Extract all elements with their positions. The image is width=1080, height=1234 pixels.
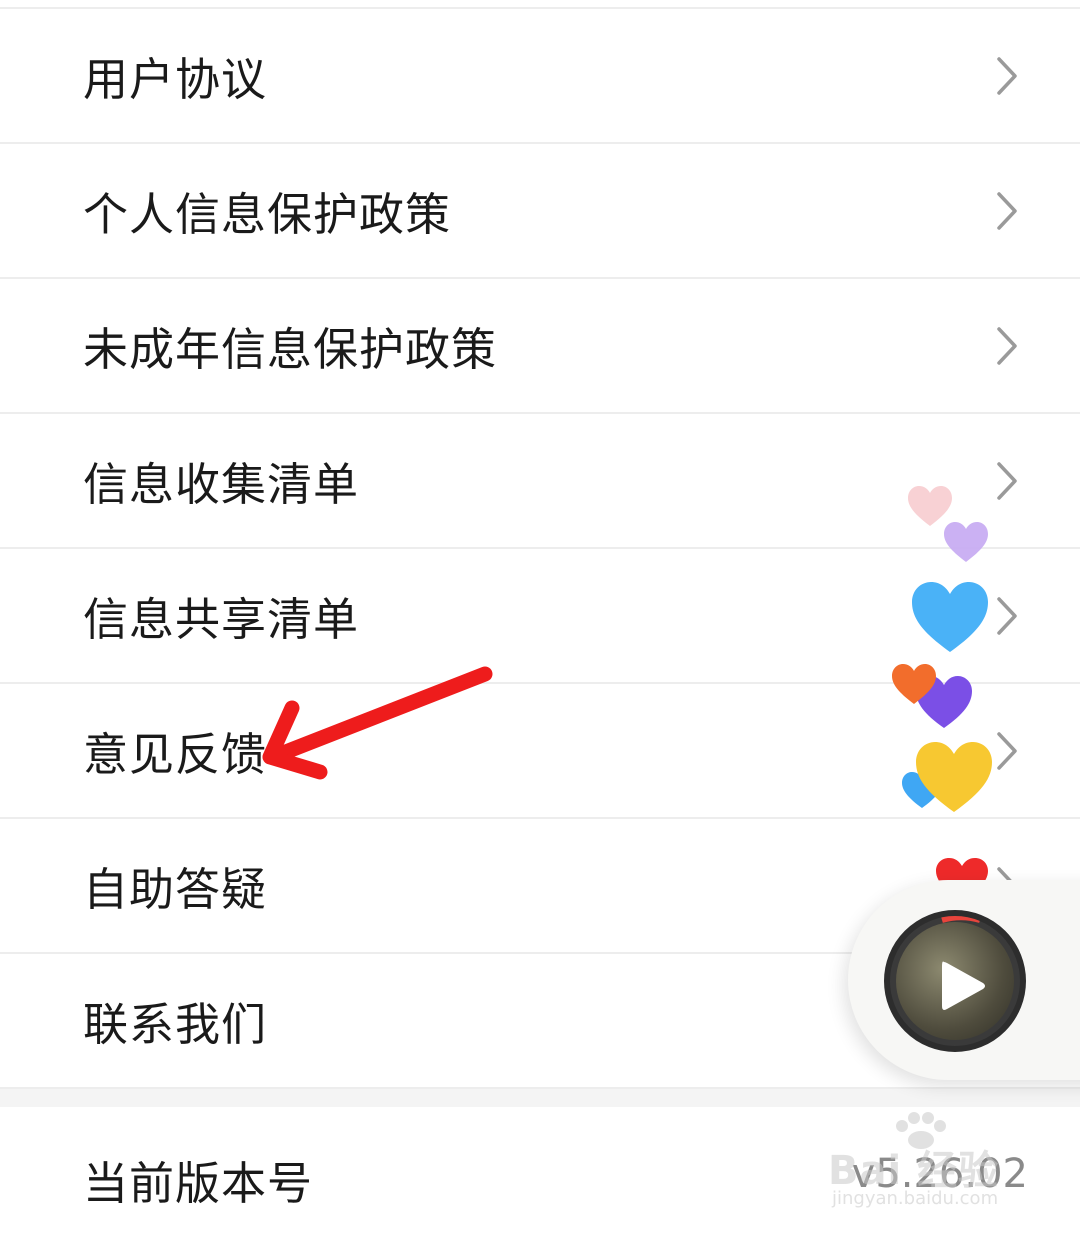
chevron-right-icon	[996, 56, 1018, 96]
video-thumbnail[interactable]	[884, 910, 1026, 1052]
menu-item-label: 个人信息保护政策	[83, 188, 452, 241]
settings-screen: 用户协议 个人信息保护政策 未成年信息保护政策 信息收集清单 信息共享清单 意见…	[0, 0, 1080, 1234]
chevron-right-icon	[996, 596, 1018, 636]
menu-item-label: 未成年信息保护政策	[83, 323, 498, 376]
version-row: 当前版本号 v5.26.02	[0, 1107, 1080, 1234]
section-divider	[0, 1089, 1080, 1107]
version-label: 当前版本号	[83, 1157, 314, 1210]
menu-item-minor-privacy-policy[interactable]: 未成年信息保护政策	[0, 279, 1080, 414]
play-icon	[942, 961, 985, 1010]
menu-item-label: 自助答疑	[83, 863, 268, 916]
menu-item-label: 信息收集清单	[83, 458, 360, 511]
menu-item-label: 意见反馈	[83, 728, 268, 781]
chevron-right-icon	[996, 191, 1018, 231]
menu-item-user-agreement[interactable]: 用户协议	[0, 9, 1080, 144]
floating-video-widget[interactable]	[848, 880, 1080, 1080]
menu-item-label: 联系我们	[83, 998, 268, 1051]
menu-item-privacy-policy[interactable]: 个人信息保护政策	[0, 144, 1080, 279]
chevron-right-icon	[996, 326, 1018, 366]
menu-item-info-collection-list[interactable]: 信息收集清单	[0, 414, 1080, 549]
menu-item-label: 信息共享清单	[83, 593, 360, 646]
menu-item-feedback[interactable]: 意见反馈	[0, 684, 1080, 819]
menu-item-info-sharing-list[interactable]: 信息共享清单	[0, 549, 1080, 684]
chevron-right-icon	[996, 731, 1018, 771]
version-value: v5.26.02	[851, 1151, 1028, 1197]
menu-item-label: 用户协议	[83, 53, 268, 106]
chevron-right-icon	[996, 461, 1018, 501]
